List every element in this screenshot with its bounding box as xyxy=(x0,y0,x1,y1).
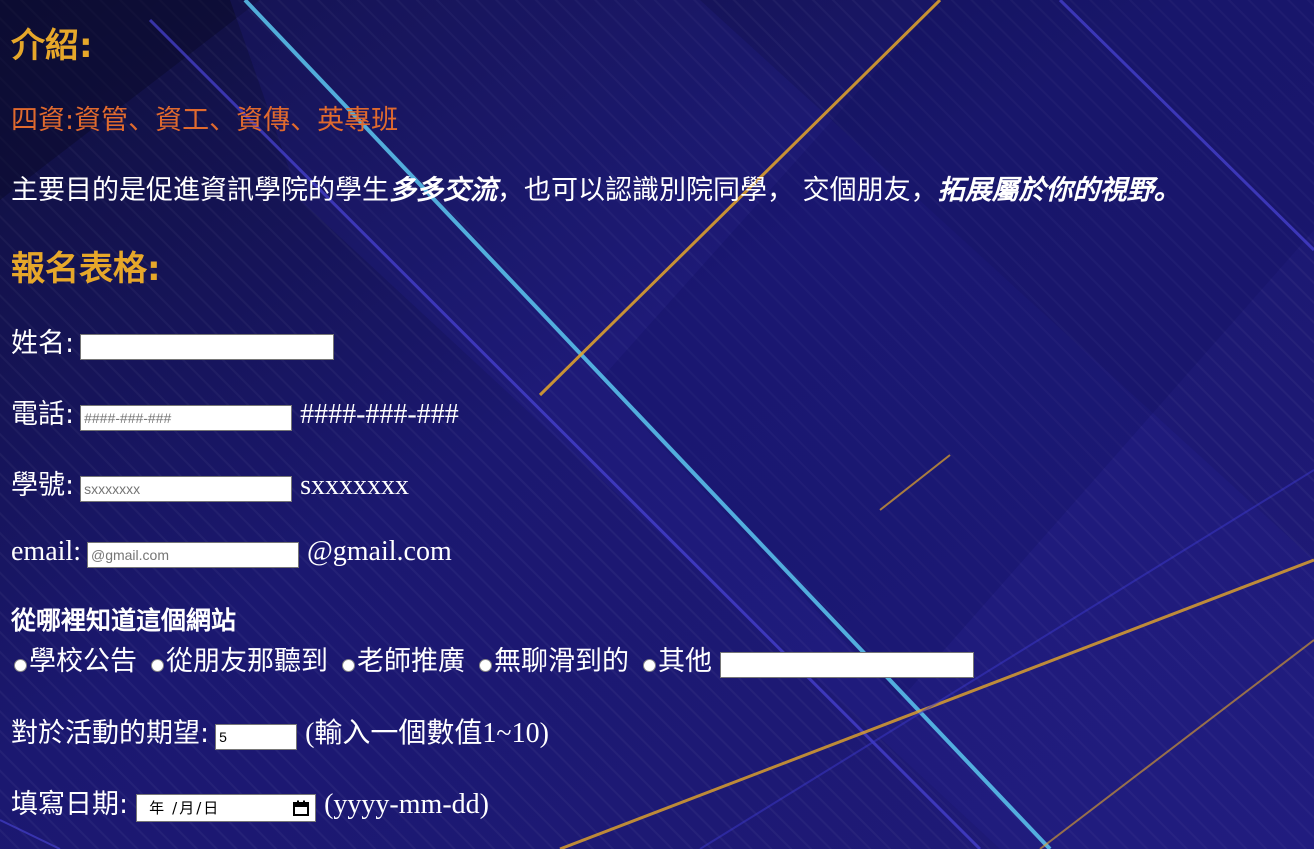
email-format-hint: @gmail.com xyxy=(306,536,452,567)
departments-text: 四資:資管、資工、資傳、英專班 xyxy=(11,105,399,136)
student-id-input[interactable] xyxy=(80,476,293,502)
date-separator: / xyxy=(172,799,178,817)
phone-format-hint: ####-###-### xyxy=(300,399,459,430)
date-day-placeholder: 日 xyxy=(203,799,219,817)
expectation-label: 對於活動的期望: xyxy=(11,718,210,749)
source-other-input[interactable] xyxy=(720,652,974,678)
date-format-hint: (yyyy-mm-dd) xyxy=(324,789,489,820)
radio-button[interactable] xyxy=(14,658,27,672)
source-option-other[interactable]: 其他 xyxy=(643,645,712,679)
email-input[interactable] xyxy=(86,542,299,568)
radio-button[interactable] xyxy=(342,658,355,672)
date-row: 填寫日期: 年 / 月 / 日 (yyyy-mm-dd) xyxy=(11,788,489,822)
form-heading: 報名表格: xyxy=(11,249,161,289)
student-id-row: 學號: sxxxxxxx xyxy=(11,469,409,503)
email-label: email: xyxy=(11,536,81,567)
purpose-part1: 主要目的是促進資訊學院的學生 xyxy=(11,175,389,206)
name-input[interactable] xyxy=(80,334,335,360)
source-option-teacher[interactable]: 老師推廣 xyxy=(342,645,465,679)
source-option-friend[interactable]: 從朋友那聽到 xyxy=(151,645,328,679)
phone-input[interactable] xyxy=(80,405,293,431)
name-label: 姓名: xyxy=(11,328,75,359)
date-separator: / xyxy=(196,799,202,817)
source-question: 從哪裡知道這個網站 xyxy=(11,606,237,635)
source-option-browsing[interactable]: 無聊滑到的 xyxy=(479,645,629,679)
radio-button[interactable] xyxy=(643,658,656,672)
date-year-placeholder: 年 xyxy=(149,799,165,817)
phone-label: 電話: xyxy=(11,399,75,430)
radio-button[interactable] xyxy=(479,658,492,672)
date-label: 填寫日期: xyxy=(11,789,129,820)
source-option-label: 其他 xyxy=(658,646,712,677)
source-option-label: 學校公告 xyxy=(29,646,137,677)
student-id-label: 學號: xyxy=(11,470,75,501)
expectation-number-input[interactable] xyxy=(215,724,298,750)
source-options: 學校公告 從朋友那聽到 老師推廣 無聊滑到的 其他 xyxy=(14,645,974,679)
source-option-label: 無聊滑到的 xyxy=(494,646,629,677)
name-row: 姓名: xyxy=(11,327,335,361)
purpose-part2: ，也可以認識別院同學， 交個朋友， xyxy=(497,175,938,206)
purpose-emphasis-1: 多多交流 xyxy=(389,175,497,206)
calendar-icon[interactable] xyxy=(293,800,310,816)
purpose-text: 主要目的是促進資訊學院的學生多多交流，也可以認識別院同學， 交個朋友，拓展屬於你… xyxy=(11,174,1181,208)
date-month-placeholder: 月 xyxy=(179,799,195,817)
radio-button[interactable] xyxy=(151,658,164,672)
purpose-emphasis-2: 拓展屬於你的視野。 xyxy=(937,175,1181,206)
source-option-school[interactable]: 學校公告 xyxy=(14,645,137,679)
intro-heading: 介紹: xyxy=(11,26,93,66)
source-option-label: 從朋友那聽到 xyxy=(166,646,328,677)
student-id-format-hint: sxxxxxxx xyxy=(300,470,410,501)
expectation-hint: (輸入一個數值1~10) xyxy=(305,718,549,749)
phone-row: 電話: ####-###-### xyxy=(11,398,459,432)
email-row: email: @gmail.com xyxy=(11,535,452,569)
expectation-row: 對於活動的期望: (輸入一個數值1~10) xyxy=(11,717,549,751)
source-option-label: 老師推廣 xyxy=(357,646,465,677)
date-input[interactable]: 年 / 月 / 日 xyxy=(136,794,317,822)
